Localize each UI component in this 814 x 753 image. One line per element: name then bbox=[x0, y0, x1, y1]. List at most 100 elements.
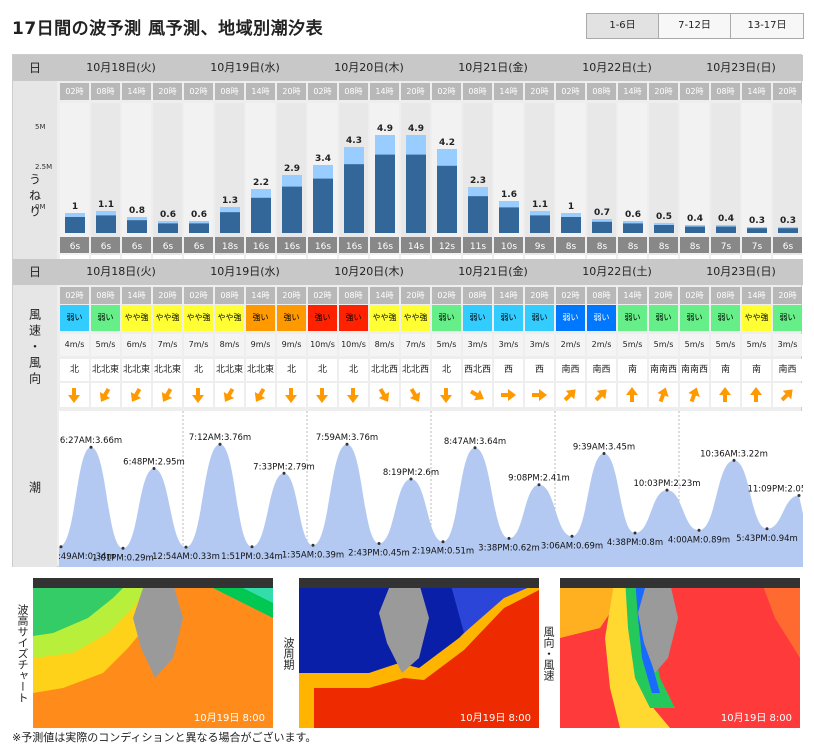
wind-speed: 6m/s bbox=[122, 334, 151, 356]
tide-label-high: 6:27AM:3.66m bbox=[60, 436, 122, 446]
wind-direction-arrow bbox=[463, 383, 492, 407]
wind-speed: 5m/s bbox=[649, 334, 678, 356]
wind-level: 弱い bbox=[587, 305, 616, 331]
range-tabs: 1-6日 7-12日 13-17日 bbox=[586, 13, 804, 39]
tide-label-low: 4:38PM:0.8m bbox=[607, 538, 663, 548]
swell-bar bbox=[778, 228, 798, 233]
wind-speed: 3m/s bbox=[463, 334, 492, 356]
swell-height-label: 0.6 bbox=[191, 210, 207, 220]
wind-direction-name: 南 bbox=[618, 359, 647, 381]
hour-label: 14時 bbox=[122, 287, 151, 304]
wind-speed: 7m/s bbox=[153, 334, 182, 356]
wind-direction-arrow bbox=[122, 383, 151, 407]
swell-bar bbox=[654, 225, 674, 233]
wind-level: やや強 bbox=[215, 305, 244, 331]
swell-height-label: 4.9 bbox=[408, 124, 424, 134]
wind-direction-arrow bbox=[215, 383, 244, 407]
tide-chart: 12:49AM:0.34m6:27AM:3.66m1:01PM:0.29m6:4… bbox=[59, 411, 803, 567]
swell-period: 14s bbox=[408, 242, 424, 252]
wind-direction-arrow bbox=[556, 383, 585, 407]
tide-label-low: 1:01PM:0.29m bbox=[92, 553, 154, 563]
wave-height-map[interactable]: 10月19日 8:00 bbox=[33, 578, 273, 728]
wind-direction-name: 北 bbox=[184, 359, 213, 381]
tide-label-low: 3:06AM:0.69m bbox=[541, 541, 603, 551]
wind-direction-name: 北 bbox=[339, 359, 368, 381]
swell-bar bbox=[499, 207, 519, 233]
swell-bar bbox=[530, 215, 550, 233]
wind-direction-arrow bbox=[618, 383, 647, 407]
swell-height-label: 4.2 bbox=[439, 138, 455, 148]
hour-label: 14時 bbox=[742, 287, 771, 304]
wind-map[interactable]: 10月19日 8:00 bbox=[560, 578, 800, 728]
wind-level: 強い bbox=[246, 305, 275, 331]
swell-period: 16s bbox=[346, 242, 362, 252]
wind-direction-arrow bbox=[525, 383, 554, 407]
wind-speed: 9m/s bbox=[246, 334, 275, 356]
tide-point-low bbox=[311, 543, 315, 547]
swell-bar bbox=[189, 223, 209, 233]
swell-height-label: 4.3 bbox=[346, 136, 362, 146]
wind-speed: 10m/s bbox=[308, 334, 337, 356]
tide-point-low bbox=[59, 545, 63, 549]
range-tab-3[interactable]: 13-17日 bbox=[731, 14, 803, 38]
tide-label-low: 2:19AM:0.51m bbox=[412, 547, 474, 557]
tide-point-low bbox=[184, 545, 188, 549]
wind-speed: 5m/s bbox=[432, 334, 461, 356]
wind-speed: 5m/s bbox=[618, 334, 647, 356]
tide-label-high: 8:19PM:2.6m bbox=[383, 468, 439, 478]
day-header: 10月22日(土) bbox=[582, 265, 652, 278]
map-label-wave-height: 波高サイズチャート bbox=[16, 603, 29, 703]
swell-period: 8s bbox=[659, 242, 670, 252]
day-header: 10月18日(火) bbox=[86, 61, 156, 74]
wind-direction-name: 南西 bbox=[773, 359, 802, 381]
wind-direction-name: 北北東 bbox=[246, 359, 275, 381]
hour-label: 20時 bbox=[649, 287, 678, 304]
wind-direction-arrow bbox=[494, 383, 523, 407]
wind-direction-name: 北北東 bbox=[215, 359, 244, 381]
hour-label: 20時 bbox=[277, 287, 306, 304]
wind-day-header: 日 10月18日(火) 10月19日(水) 10月20日(木) 10月21日(金) 10… bbox=[13, 259, 803, 285]
tide-point-low bbox=[441, 540, 445, 544]
swell-bar bbox=[251, 197, 271, 233]
wind-direction-arrow bbox=[153, 383, 182, 407]
swell-period: 16s bbox=[377, 242, 393, 252]
wind-direction-arrow bbox=[246, 383, 275, 407]
wind-direction-name: 北 bbox=[60, 359, 89, 381]
swell-period: 6s bbox=[194, 242, 205, 252]
wind-level: 弱い bbox=[463, 305, 492, 331]
swell-period: 6s bbox=[783, 242, 794, 252]
day-header: 10月18日(火) bbox=[86, 265, 156, 278]
wind-direction-name: 北 bbox=[277, 359, 306, 381]
range-tab-1[interactable]: 1-6日 bbox=[587, 14, 659, 38]
tide-label-low: 5:43PM:0.94m bbox=[736, 534, 798, 544]
swell-bar bbox=[437, 165, 457, 233]
hour-label: 20時 bbox=[401, 287, 430, 304]
hour-label: 14時 bbox=[494, 287, 523, 304]
tide-label-high: 6:48PM:2.95m bbox=[123, 458, 185, 468]
swell-period: 16s bbox=[284, 242, 300, 252]
wind-level: やや強 bbox=[742, 305, 771, 331]
wave-period-map[interactable]: 10月19日 8:00 bbox=[299, 578, 539, 728]
swell-bar bbox=[313, 178, 333, 233]
day-header: 10月20日(木) bbox=[334, 61, 404, 74]
swell-period: 11s bbox=[470, 242, 486, 252]
swell-height-label: 1.6 bbox=[501, 190, 517, 200]
day-header: 10月23日(日) bbox=[706, 61, 776, 74]
hour-label: 20時 bbox=[153, 287, 182, 304]
tide-label-high: 11:09PM:2.05m bbox=[747, 485, 803, 495]
tide-label-high: 10:03PM:2.23m bbox=[633, 479, 700, 489]
wind-direction-arrow bbox=[308, 383, 337, 407]
tide-label-low: 2:43PM:0.45m bbox=[348, 549, 410, 559]
wind-level: 弱い bbox=[680, 305, 709, 331]
wind-direction-name: 北北東 bbox=[153, 359, 182, 381]
swell-bar bbox=[716, 226, 736, 233]
hour-label: 02時 bbox=[308, 287, 337, 304]
wind-rows: 弱い 4m/s 北弱い 5m/s 北北東 やや強 6m/s 北北東 やや強 7m/s 北北東 やや強 7… bbox=[59, 305, 803, 409]
wind-direction-arrow bbox=[60, 383, 89, 407]
wind-label: 風速・風向 bbox=[13, 285, 57, 411]
swell-height-label: 0.8 bbox=[129, 206, 145, 216]
wind-direction-arrow bbox=[742, 383, 771, 407]
tide-point-low bbox=[765, 527, 769, 531]
swell-height-label: 0.3 bbox=[749, 216, 765, 226]
range-tab-2[interactable]: 7-12日 bbox=[659, 14, 731, 38]
